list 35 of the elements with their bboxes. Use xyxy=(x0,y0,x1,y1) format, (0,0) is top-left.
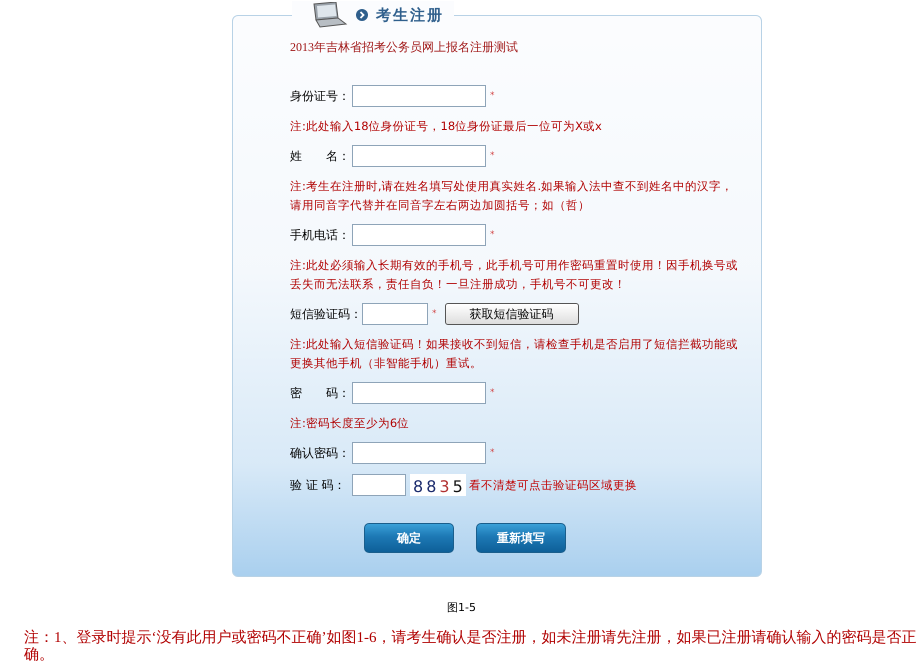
text-field[interactable] xyxy=(352,474,406,496)
required-mark: * xyxy=(490,388,494,398)
text-field[interactable] xyxy=(352,145,486,167)
required-mark: * xyxy=(490,151,494,161)
field-label: 手机电话： xyxy=(290,226,351,244)
footnote: 注：1、登录时提示‘没有此用户或密码不正确’如图1-6，请考生确认是否注册，如未注册请先注册，如果已注册请确认输入的密码是否正确。 xyxy=(24,630,918,664)
field-label: 身份证号： xyxy=(290,88,351,104)
figure-caption: 图1-5 xyxy=(447,600,476,615)
captcha-image[interactable]: 8 8 3 5 xyxy=(410,474,466,496)
form-subtitle: 2013年吉林省招考公务员网上报名注册测试 xyxy=(290,39,519,56)
field-note: 注:此处必须输入长期有效的手机号，此手机号可用作密码重置时使用！因手机换号或丢失而无法联系，责任自负！一旦注册成功，手机号不可更改！ xyxy=(290,257,739,293)
field-note: 注:密码长度至少为6位 xyxy=(290,415,410,432)
text-field[interactable] xyxy=(352,382,486,404)
field-label: 验 证 码： xyxy=(290,476,347,494)
field-note: 注:此处输入短信验证码！如果接收不到短信，请检查手机是否启用了短信拦截功能或更换其他手机（非智能手机）重试。 xyxy=(290,336,739,372)
field-note: 注:此处输入18位身份证号，18位身份证最后一位可为X或x xyxy=(290,118,603,135)
text-field[interactable] xyxy=(362,303,428,325)
field-label: 姓 名： xyxy=(290,148,351,164)
confirm-button[interactable]: 确定 xyxy=(364,523,454,553)
text-field[interactable] xyxy=(352,85,486,107)
field-label: 确认密码： xyxy=(290,444,351,462)
field-label: 密 码： xyxy=(290,384,351,402)
field-note: 注:考生在注册时,请在姓名填写处使用真实姓名.如果输入法中查不到姓名中的汉字，请用同音字代替并在同音字左右两边加圆括号；如（哲） xyxy=(290,178,734,214)
text-field[interactable] xyxy=(352,224,486,246)
chevron-circle-icon xyxy=(356,9,368,21)
panel-title: 考生注册 xyxy=(376,6,444,24)
required-mark: * xyxy=(490,91,494,101)
required-mark: * xyxy=(490,230,494,240)
reset-button[interactable]: 重新填写 xyxy=(476,523,566,553)
required-mark: * xyxy=(490,448,494,458)
get-sms-code-button[interactable]: 获取短信验证码 xyxy=(444,303,578,325)
field-label: 短信验证码： xyxy=(290,306,362,322)
required-mark: * xyxy=(432,309,436,319)
text-field[interactable] xyxy=(352,442,486,464)
captcha-hint: 看不清楚可点击验证码区域更换 xyxy=(468,478,637,492)
